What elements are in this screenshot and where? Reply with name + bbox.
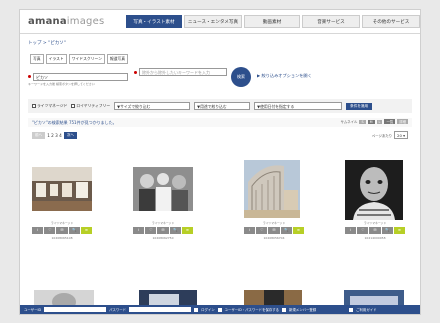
size-select[interactable]: ▼サイズで絞り込む — [114, 102, 191, 110]
image-id: 10208056704 — [263, 236, 285, 240]
card-caption: ライツマネージド — [50, 221, 74, 225]
info-icon[interactable]: i — [133, 227, 145, 234]
thumbnail-portrait[interactable] — [345, 160, 403, 220]
apply-button[interactable]: 条件を適用 — [346, 102, 373, 110]
size-l-button[interactable]: L — [376, 119, 383, 124]
site-logo[interactable]: amanaimages — [28, 16, 118, 27]
remember-checkbox[interactable] — [217, 307, 222, 312]
tab-news-entertainment[interactable]: ニュース・エンタメ写真 — [184, 15, 242, 28]
search-row: ピカソ キーワードを入力後 検索ボタンを押してください 除外から除外したいキーワ… — [28, 67, 412, 91]
tab-other-services[interactable]: その他のサービス — [362, 15, 420, 28]
guide-icon[interactable] — [349, 307, 354, 312]
thumbnail-gallery[interactable] — [32, 167, 92, 211]
favorite-icon[interactable]: ♡ — [357, 227, 369, 234]
site-header: amanaimages 写真・イラスト素材 ニュース・エンタメ写真 動画素材 音… — [20, 10, 420, 34]
per-page-select[interactable]: 20 ▾ — [394, 131, 408, 139]
login-button[interactable]: ログイン — [201, 307, 215, 312]
breadcrumb[interactable]: トップ > "ピカソ" — [20, 34, 420, 50]
login-footer: ユーザーID パスワード ログイン ユーザーID・パスワードを保存する 新規メン… — [20, 305, 420, 314]
media-type-filters: 写真 イラスト ワイドスクリーン 報道写真 — [30, 54, 410, 64]
open-options-link[interactable]: ▶ 絞り込みオプションを開く — [257, 73, 312, 79]
mail-icon[interactable]: ✉ — [268, 227, 280, 234]
keyword-note: キーワードを入力後 検索ボタンを押してください — [28, 81, 95, 86]
card-toolbar: i ♡ ✉ 🔍 ≡ — [32, 227, 93, 234]
page-numbers[interactable]: 1 2 3 4 — [47, 133, 62, 138]
search-button[interactable]: 検索 — [231, 67, 251, 87]
info-icon[interactable]: i — [345, 227, 357, 234]
lightbox-icon[interactable]: ≡ — [393, 227, 406, 234]
zoom-icon[interactable]: 🔍 — [280, 227, 292, 234]
keyword-input[interactable]: ピカソ — [33, 72, 128, 81]
next-page-button[interactable]: 次へ — [63, 132, 78, 139]
card-toolbar: i ♡ ✉ 🔍 ≡ — [133, 227, 194, 234]
mail-icon[interactable]: ✉ — [369, 227, 381, 234]
card-caption: ライツマネージド — [151, 221, 175, 225]
register-link[interactable]: 新規メンバー登録 — [289, 307, 316, 312]
register-icon[interactable] — [282, 307, 287, 312]
tab-video[interactable]: 動画素材 — [244, 15, 300, 28]
image-id: 10208062750 — [152, 236, 174, 240]
rights-managed-checkbox[interactable]: ライツマネージド — [32, 103, 67, 109]
card-toolbar: i ♡ ✉ 🔍 ≡ — [244, 227, 305, 234]
thumbnail-building[interactable] — [244, 160, 300, 218]
list-view-button[interactable]: 一覧 — [384, 119, 396, 124]
zoom-icon[interactable]: 🔍 — [68, 227, 80, 234]
prev-page-button[interactable]: 前へ — [32, 132, 46, 139]
lightbox-icon[interactable]: ≡ — [292, 227, 305, 234]
login-icon[interactable] — [194, 307, 199, 312]
user-id-input[interactable] — [44, 307, 107, 312]
password-input[interactable] — [129, 307, 192, 312]
tab-photo-illust[interactable]: 写真・イラスト素材 — [126, 15, 182, 28]
lightbox-icon[interactable]: ≡ — [80, 227, 93, 234]
royalty-free-checkbox[interactable]: ロイヤリティフリー — [71, 103, 110, 109]
filter-illust[interactable]: イラスト — [45, 54, 67, 64]
zoom-icon[interactable]: 🔍 — [169, 227, 181, 234]
card-caption: ライツマネージド — [262, 221, 286, 225]
tab-music[interactable]: 音楽サービス — [302, 15, 360, 28]
size-m-button[interactable]: M — [367, 119, 375, 124]
page-frame: amanaimages 写真・イラスト素材 ニュース・エンタメ写真 動画素材 音… — [19, 9, 421, 315]
password-label: パスワード — [109, 308, 127, 312]
favorite-icon[interactable]: ♡ — [145, 227, 157, 234]
per-page-label: ページあたり — [371, 133, 393, 138]
detail-view-button[interactable]: 詳細 — [397, 119, 408, 124]
exclude-mark — [134, 70, 137, 74]
use-select[interactable]: ▼用途で絞り込む — [194, 102, 251, 110]
info-icon[interactable]: i — [32, 227, 44, 234]
results-summary: "ピカソ"の検索結果 751件が見つかりました。 サムネイル S M L 一覧 … — [28, 118, 412, 127]
remember-label: ユーザーID・パスワードを保存する — [224, 308, 280, 312]
thumbnail-crowd[interactable] — [133, 167, 193, 211]
main-nav: 写真・イラスト素材 ニュース・エンタメ写真 動画素材 音楽サービス その他のサー… — [126, 15, 420, 28]
filter-photo[interactable]: 写真 — [30, 54, 44, 64]
mail-icon[interactable]: ✉ — [56, 227, 68, 234]
image-id: 10214000058 — [364, 236, 386, 240]
view-label: サムネイル — [340, 120, 358, 124]
exclude-input[interactable]: 除外から除外したいキーワードを入力 — [139, 68, 227, 76]
zoom-icon[interactable]: 🔍 — [381, 227, 393, 234]
lightbox-icon[interactable]: ≡ — [181, 227, 194, 234]
card-toolbar: i ♡ ✉ 🔍 ≡ — [345, 227, 406, 234]
user-id-label: ユーザーID — [24, 308, 42, 312]
info-icon[interactable]: i — [244, 227, 256, 234]
options-bar: ライツマネージド ロイヤリティフリー ▼サイズで絞り込む ▼用途で絞り込む ▼使… — [28, 99, 412, 113]
size-s-button[interactable]: S — [359, 119, 366, 124]
filter-news-photo[interactable]: 報道写真 — [106, 54, 129, 64]
required-mark — [28, 75, 31, 78]
pagination: 前へ 1 2 3 4 次へ ページあたり 20 ▾ — [32, 131, 408, 140]
guide-link[interactable]: ご利用ガイド — [356, 307, 376, 312]
favorite-icon[interactable]: ♡ — [256, 227, 268, 234]
filter-widescreen[interactable]: ワイドスクリーン — [68, 54, 105, 64]
favorite-icon[interactable]: ♡ — [44, 227, 56, 234]
card-caption: ライツマネージド — [363, 221, 387, 225]
image-id: 10208065108 — [51, 236, 73, 240]
mail-icon[interactable]: ✉ — [157, 227, 169, 234]
date-select[interactable]: ▼使用日付を指定する — [254, 102, 343, 110]
results-count-text: "ピカソ"の検索結果 751件が見つかりました。 — [32, 119, 117, 125]
